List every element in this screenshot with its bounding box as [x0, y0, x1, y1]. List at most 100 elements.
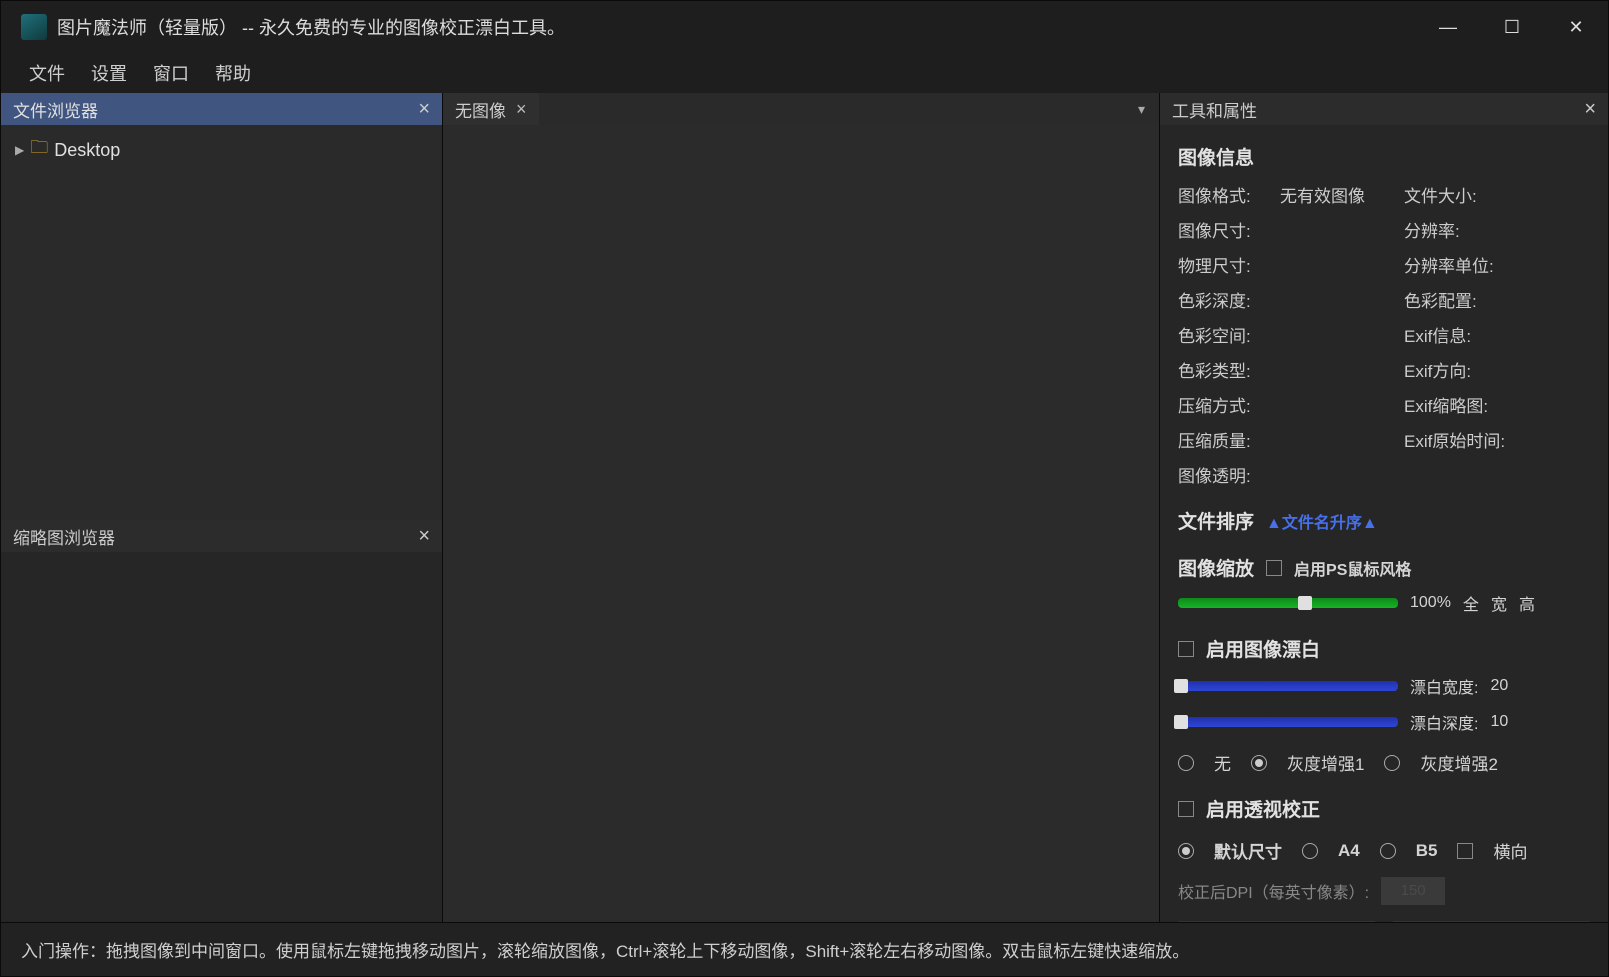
info-cell: Exif缩略图: [1404, 392, 1514, 417]
image-info-title: 图像信息 [1178, 143, 1590, 170]
enable-perspective-checkbox[interactable] [1178, 801, 1194, 817]
zoom-wide[interactable]: 宽 [1491, 591, 1507, 615]
menu-bar: 文件 设置 窗口 帮助 [1, 53, 1608, 93]
info-cell: Exif信息: [1404, 322, 1514, 347]
info-cell: Exif方向: [1404, 357, 1514, 382]
info-cell [1518, 462, 1590, 487]
status-text: 入门操作：拖拽图像到中间窗口。使用鼠标左键拖拽移动图片，滚轮缩放图像，Ctrl+… [21, 937, 1189, 962]
zoom-high[interactable]: 高 [1519, 591, 1535, 615]
info-cell: 文件大小: [1404, 182, 1514, 207]
info-cell: 压缩方式: [1178, 392, 1276, 417]
close-file-browser[interactable]: × [418, 98, 430, 121]
persp-landscape-checkbox[interactable] [1457, 843, 1473, 859]
enable-bleach-label: 启用图像漂白 [1206, 635, 1320, 662]
info-cell [1518, 252, 1590, 277]
enable-bleach-checkbox[interactable] [1178, 641, 1194, 657]
bleach-depth-label: 漂白深度: [1410, 710, 1478, 734]
bleach-width-val: 20 [1490, 677, 1508, 695]
info-cell [1518, 217, 1590, 242]
info-cell [1280, 287, 1400, 312]
info-cell [1518, 322, 1590, 347]
info-cell: 图像尺寸: [1178, 217, 1276, 242]
info-cell: 分辨率: [1404, 217, 1514, 242]
info-cell [1280, 217, 1400, 242]
persp-b5-radio[interactable] [1380, 843, 1396, 859]
close-tools[interactable]: × [1584, 98, 1596, 121]
tab-label: 无图像 [455, 97, 506, 122]
info-cell: 压缩质量: [1178, 427, 1276, 452]
persp-b5-label: B5 [1416, 841, 1438, 861]
menu-settings[interactable]: 设置 [91, 60, 127, 86]
thumbnail-body [1, 552, 442, 922]
file-browser-title: 文件浏览器 [13, 97, 98, 122]
bleach-gray1-radio[interactable] [1251, 755, 1267, 771]
zoom-slider[interactable] [1178, 598, 1398, 608]
info-cell: 物理尺寸: [1178, 252, 1276, 277]
file-browser-header: 文件浏览器 × [1, 93, 442, 125]
file-sort-link[interactable]: ▲文件名升序▲ [1266, 509, 1378, 533]
thumbnail-header: 缩略图浏览器 × [1, 520, 442, 552]
info-cell: 色彩空间: [1178, 322, 1276, 347]
document-tab-bar: 无图像 × ▾ [443, 93, 1159, 125]
info-cell: 色彩类型: [1178, 357, 1276, 382]
ps-mouse-checkbox[interactable] [1266, 560, 1282, 576]
bleach-gray2-radio[interactable] [1384, 755, 1400, 771]
tree-root-label: Desktop [54, 140, 120, 161]
info-cell: 无有效图像 [1280, 182, 1400, 207]
menu-file[interactable]: 文件 [29, 60, 65, 86]
persp-landscape-label: 横向 [1493, 838, 1527, 863]
info-cell [1280, 322, 1400, 347]
info-cell [1280, 392, 1400, 417]
bleach-gray1-label: 灰度增强1 [1287, 750, 1364, 775]
info-cell [1280, 462, 1400, 487]
info-cell [1404, 462, 1514, 487]
menu-help[interactable]: 帮助 [215, 60, 251, 86]
canvas-area[interactable] [443, 125, 1159, 922]
image-info-grid: 图像格式:无有效图像文件大小: 图像尺寸: 分辨率: 物理尺寸: 分辨率单位: 色彩深度:… [1178, 182, 1590, 487]
close-button[interactable]: ✕ [1564, 17, 1588, 38]
enable-perspective-label: 启用透视校正 [1206, 795, 1320, 822]
menu-window[interactable]: 窗口 [153, 60, 189, 86]
app-title: 图片魔法师（轻量版） -- 永久免费的专业的图像校正漂白工具。 [57, 14, 565, 40]
bleach-depth-slider[interactable] [1178, 717, 1398, 727]
tree-root[interactable]: ▶ 🗀 Desktop [15, 135, 428, 165]
persp-default-label: 默认尺寸 [1214, 838, 1282, 863]
zoom-label: 图像缩放 [1178, 554, 1254, 581]
title-bar: 图片魔法师（轻量版） -- 永久免费的专业的图像校正漂白工具。 — ☐ ✕ [1, 1, 1608, 53]
folder-icon: 🗀 [30, 135, 48, 165]
persp-default-radio[interactable] [1178, 843, 1194, 859]
app-icon [21, 14, 47, 40]
info-cell [1518, 287, 1590, 312]
thumbnail-title: 缩略图浏览器 [13, 524, 115, 549]
tools-title: 工具和属性 [1172, 97, 1257, 122]
ps-mouse-label: 启用PS鼠标风格 [1294, 556, 1411, 580]
bleach-width-slider[interactable] [1178, 681, 1398, 691]
persp-a4-radio[interactable] [1302, 843, 1318, 859]
info-cell: 色彩深度: [1178, 287, 1276, 312]
info-cell: 分辨率单位: [1404, 252, 1514, 277]
info-cell: 图像格式: [1178, 182, 1276, 207]
tab-dropdown[interactable]: ▾ [1124, 101, 1159, 118]
minimize-button[interactable]: — [1436, 17, 1460, 38]
dpi-input[interactable]: 150 [1381, 877, 1445, 905]
status-bar: 入门操作：拖拽图像到中间窗口。使用鼠标左键拖拽移动图片，滚轮缩放图像，Ctrl+… [1, 922, 1608, 976]
info-cell [1518, 357, 1590, 382]
info-cell: Exif原始时间: [1404, 427, 1514, 452]
info-cell [1518, 182, 1590, 207]
info-cell [1518, 427, 1590, 452]
maximize-button[interactable]: ☐ [1500, 17, 1524, 38]
tab-no-image[interactable]: 无图像 × [443, 93, 539, 125]
info-cell: 图像透明: [1178, 462, 1276, 487]
chevron-right-icon: ▶ [15, 143, 24, 157]
bleach-depth-val: 10 [1490, 713, 1508, 731]
tab-close[interactable]: × [516, 99, 527, 120]
bleach-width-label: 漂白宽度: [1410, 674, 1478, 698]
zoom-full[interactable]: 全 [1463, 591, 1479, 615]
bleach-none-radio[interactable] [1178, 755, 1194, 771]
info-cell [1280, 357, 1400, 382]
info-cell [1280, 427, 1400, 452]
close-thumbnail[interactable]: × [418, 525, 430, 548]
bleach-gray2-label: 灰度增强2 [1420, 750, 1497, 775]
file-browser-body: ▶ 🗀 Desktop [1, 125, 442, 520]
info-cell [1518, 392, 1590, 417]
